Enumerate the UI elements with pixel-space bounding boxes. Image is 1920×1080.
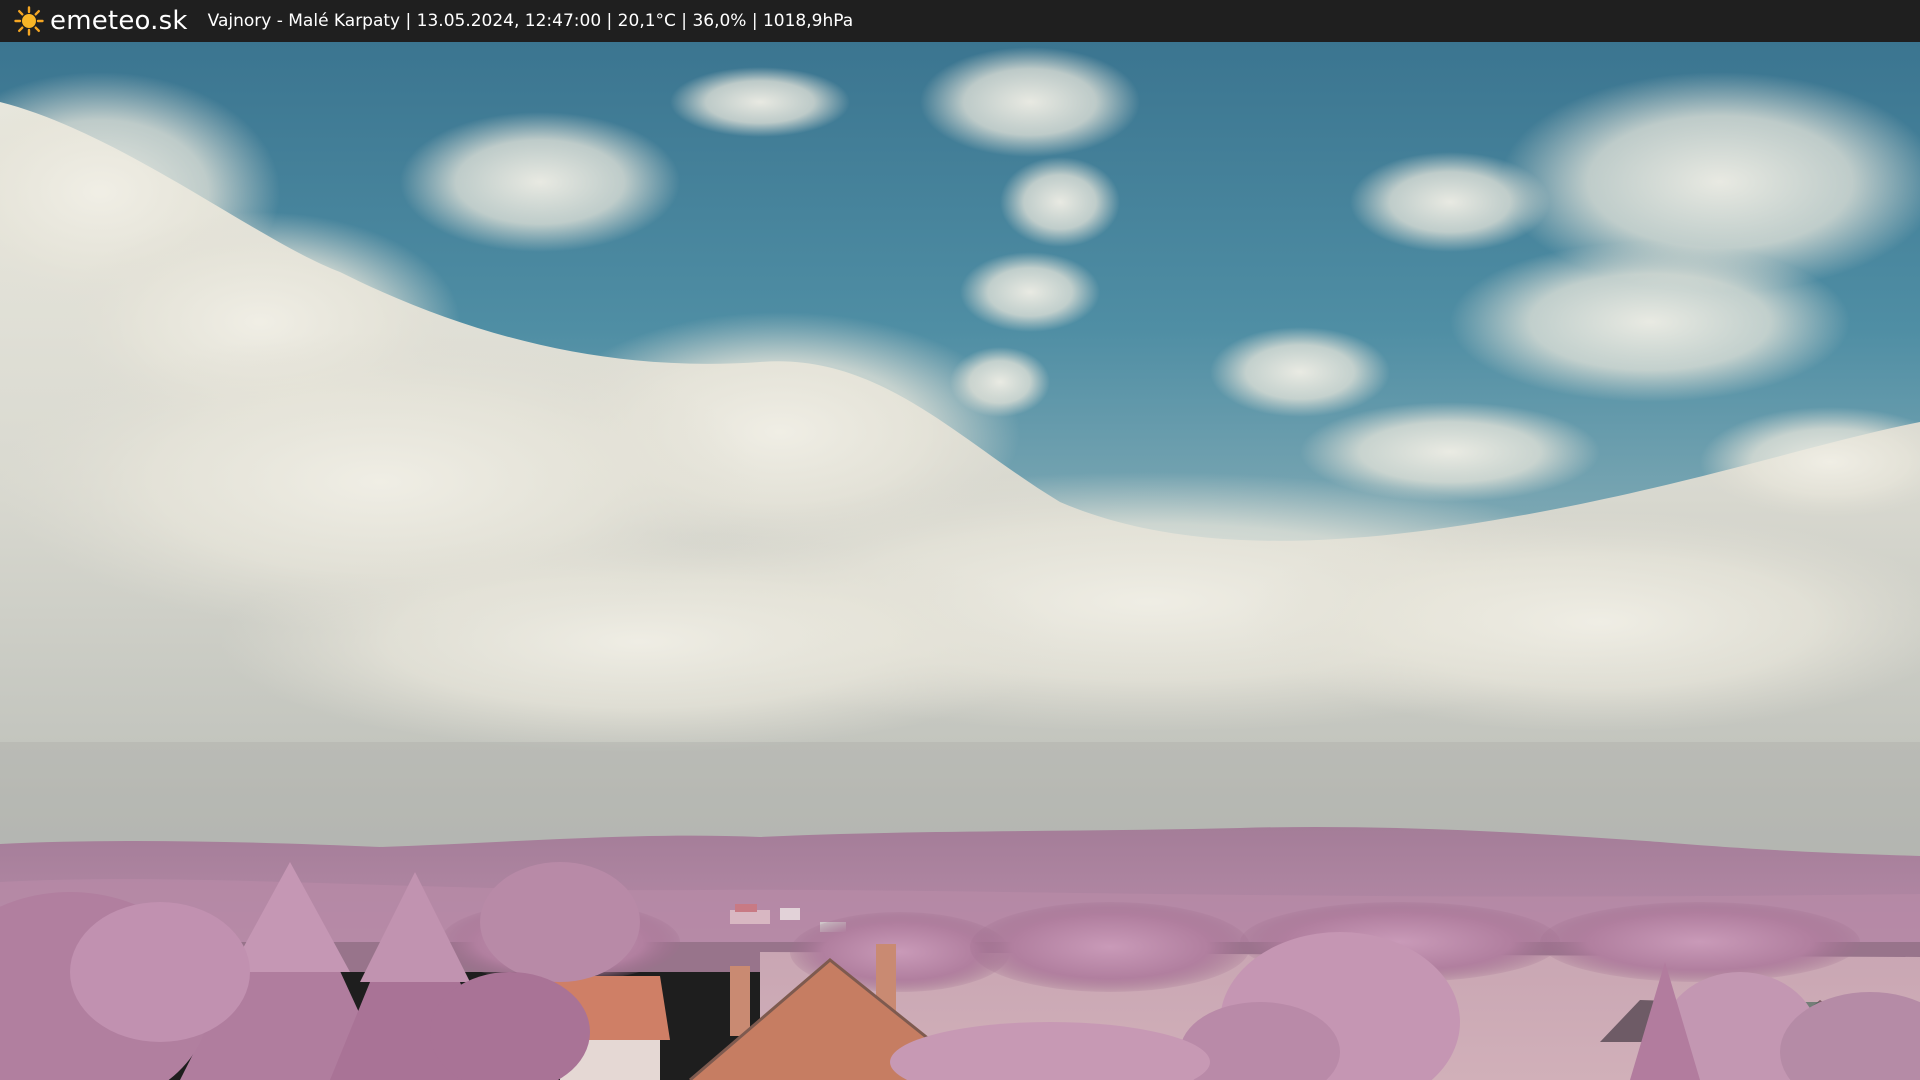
- webcam-image: [0, 42, 1920, 1080]
- top-bar: emeteo.sk Vajnory - Malé Karpaty | 13.05…: [0, 0, 1920, 42]
- brand-logo[interactable]: emeteo.sk: [14, 0, 188, 42]
- weather-caption: Vajnory - Malé Karpaty | 13.05.2024, 12:…: [207, 11, 854, 31]
- brand-name: emeteo.sk: [50, 6, 188, 36]
- sun-icon: [14, 6, 44, 36]
